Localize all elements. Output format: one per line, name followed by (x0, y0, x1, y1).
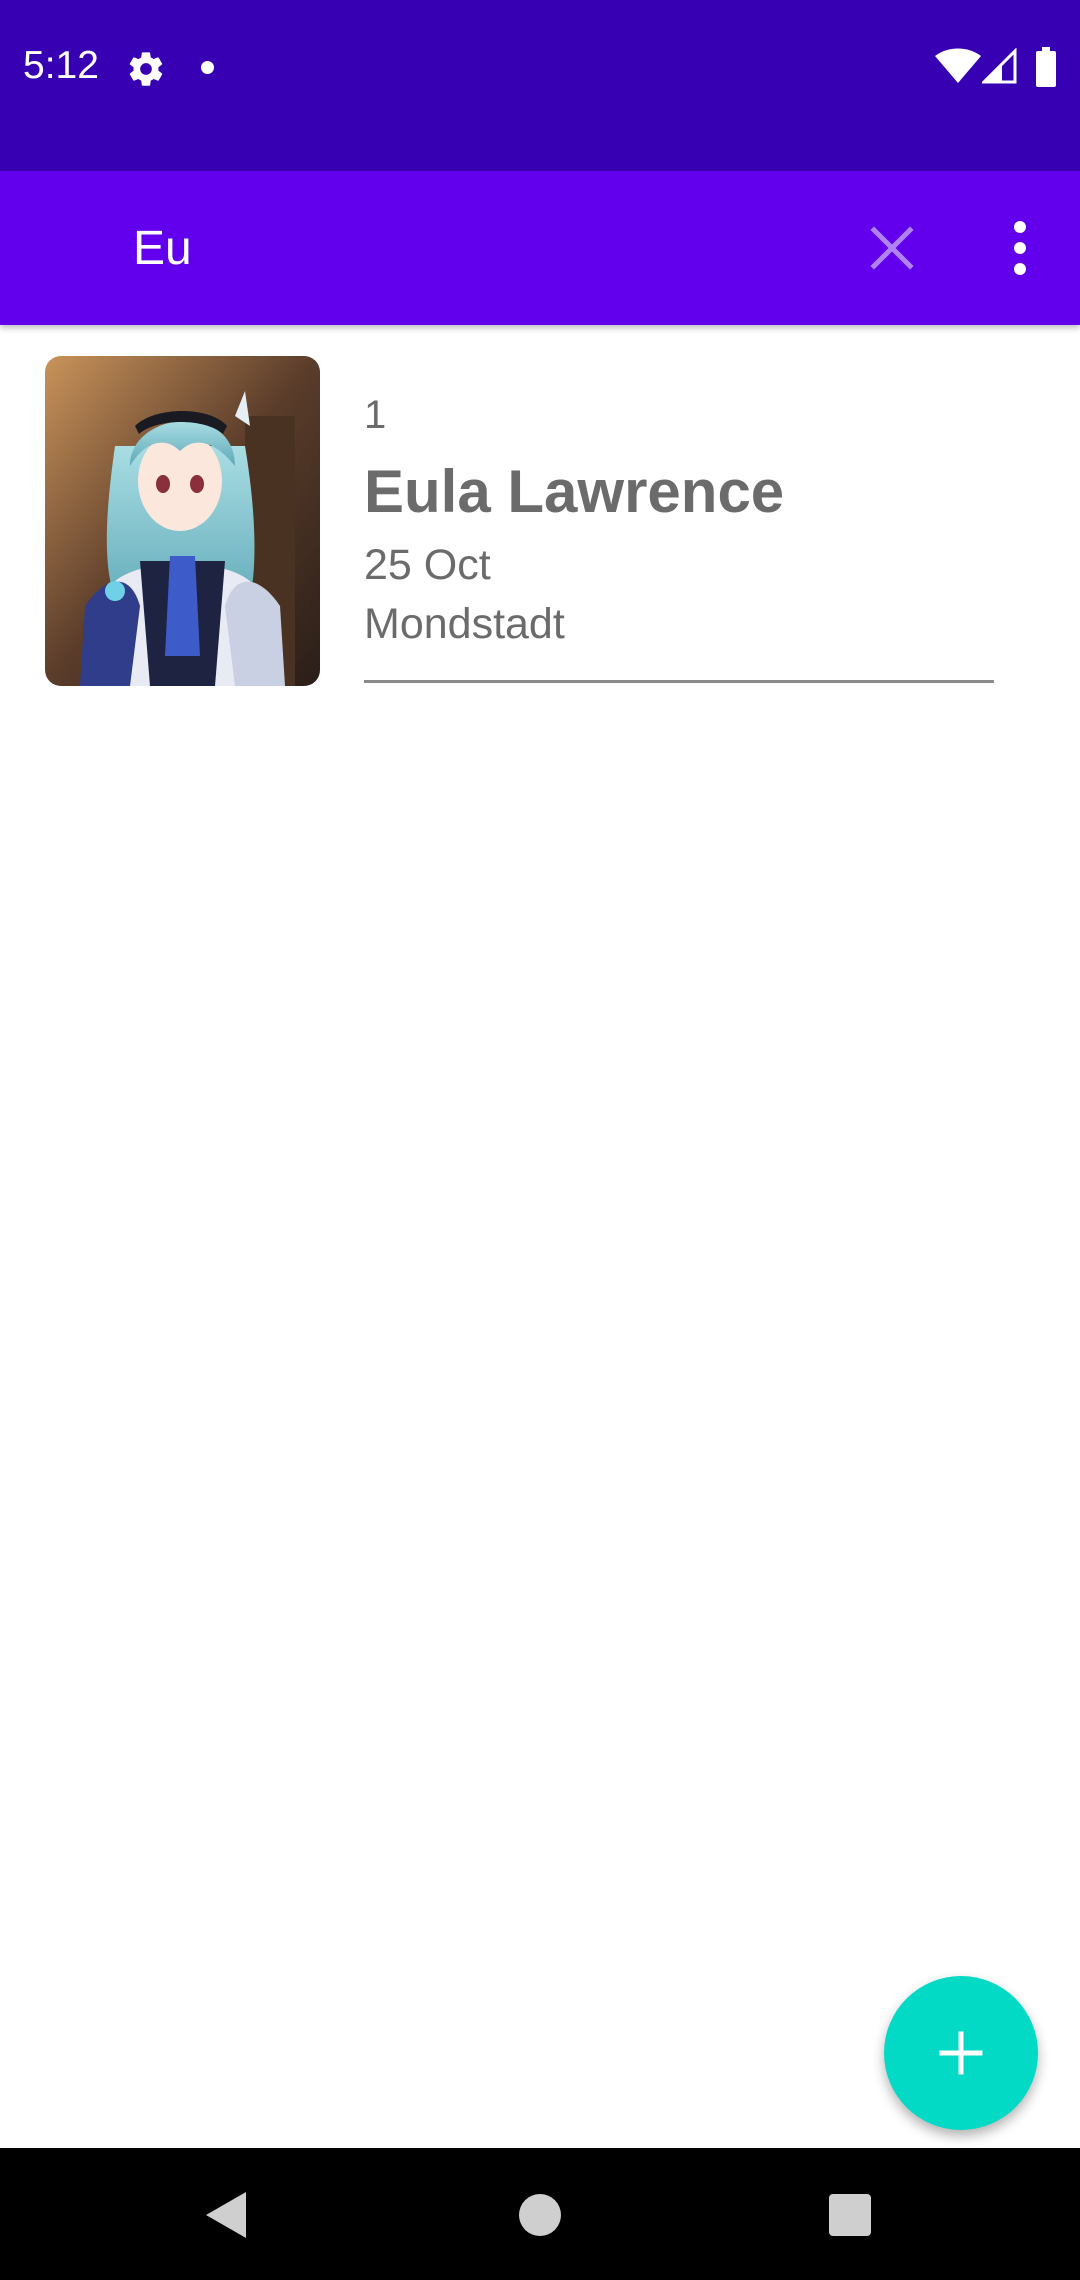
navigation-bar (0, 2148, 1080, 2280)
battery-icon (1036, 47, 1056, 87)
back-icon[interactable] (204, 2190, 248, 2240)
item-birthday: 25 Oct (364, 541, 491, 589)
notification-dot-icon (201, 61, 214, 74)
close-icon (870, 226, 914, 270)
more-vert-icon (1014, 221, 1026, 275)
more-options-button[interactable] (992, 213, 1048, 283)
gear-icon (129, 52, 163, 86)
plus-icon (939, 2031, 983, 2075)
clear-search-button[interactable] (862, 213, 922, 283)
character-thumbnail (45, 356, 320, 686)
list-item[interactable]: 1 Eula Lawrence 25 Oct Mondstadt (0, 325, 1080, 705)
signal-icon (982, 48, 1017, 84)
item-number: 1 (364, 393, 387, 437)
home-icon[interactable] (519, 2194, 561, 2236)
item-region: Mondstadt (364, 600, 565, 648)
wifi-icon (935, 48, 981, 83)
divider (364, 680, 994, 683)
recents-icon[interactable] (829, 2194, 871, 2236)
add-button[interactable] (884, 1976, 1038, 2130)
item-name: Eula Lawrence (364, 458, 785, 525)
screen: 5:12 Eu 1 Eula Lawrence 25 Oct Mondstadt (0, 0, 1080, 2280)
status-bar: 5:12 (0, 0, 1080, 171)
status-time: 5:12 (23, 44, 99, 87)
app-bar (0, 171, 1080, 325)
search-input[interactable] (133, 213, 813, 283)
